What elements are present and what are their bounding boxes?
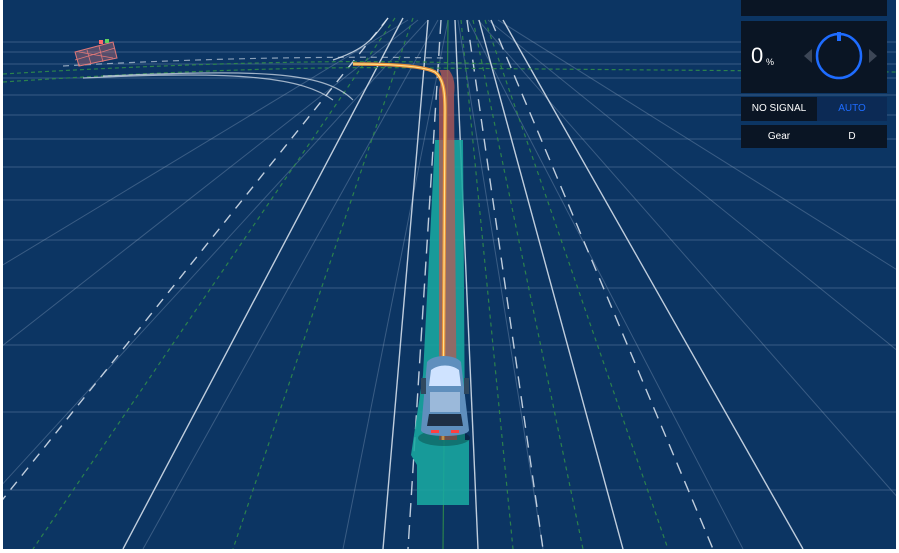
throttle-steering-box: 0 %	[741, 21, 887, 93]
chevron-right-icon	[869, 49, 877, 63]
throttle-value: 0	[751, 43, 764, 68]
gear-value: D	[848, 131, 856, 142]
throttle-unit: %	[766, 57, 775, 67]
auto-mode-indicator[interactable]: AUTO	[817, 97, 887, 121]
status-header-block	[741, 0, 887, 16]
signal-status: NO SIGNAL	[751, 103, 807, 114]
status-panel: 0 % NO SIGNAL AUTO Gear D	[741, 0, 887, 148]
driving-mode-row: NO SIGNAL AUTO	[741, 97, 887, 121]
steering-dial-icon	[815, 32, 863, 80]
map-viewport[interactable]: 0 % NO SIGNAL AUTO Gear D	[3, 0, 896, 549]
gear-label: Gear	[767, 131, 791, 142]
chevron-left-icon	[804, 49, 812, 63]
gear-row: Gear D	[741, 125, 887, 148]
